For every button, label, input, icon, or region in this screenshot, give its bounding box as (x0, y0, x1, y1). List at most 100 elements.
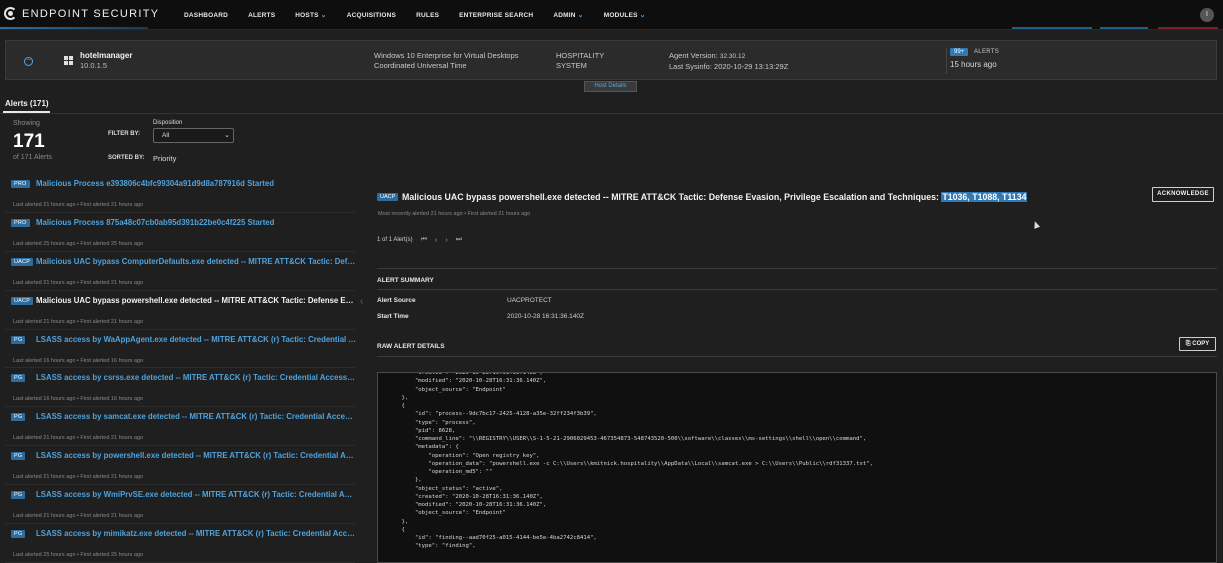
host-timezone: Coordinated Universal Time (374, 61, 467, 70)
alert-count-of: of 171 Alerts (13, 154, 52, 161)
nav-item-enterprise-search[interactable]: ENTERPRISE SEARCH (459, 11, 533, 19)
nav-item-acquisitions[interactable]: ACQUISITIONS (347, 11, 396, 19)
alert-count: 171 (13, 131, 45, 152)
alert-list-item[interactable]: PRO Malicious Process 875a48c07cb0ab95d39… (5, 213, 355, 252)
alert-meta: Last alerted 16 hours ago • First alerte… (13, 396, 144, 403)
alert-list-item[interactable]: PG LSASS access by powershell.exe detecte… (5, 446, 356, 486)
host-org: HOSPITALITY SYSTEM (556, 51, 604, 71)
nav-item-label: DASHBOARD (184, 11, 229, 19)
detail-title: Malicious UAC bypass powershell.exe dete… (402, 192, 1028, 202)
alert-title[interactable]: Malicious UAC bypass ComputerDefaults.ex… (36, 257, 356, 266)
detail-meta: Most recently alerted 21 hours ago • Fir… (378, 211, 531, 217)
disposition-label: Disposition (153, 120, 183, 126)
filter-by-label: FILTER BY: (108, 131, 141, 137)
alert-pager: 1 of 1 Alert(s) ⏮ ‹ › ⏭ (377, 236, 462, 244)
alert-summary-heading: ALERT SUMMARY (377, 277, 434, 284)
host-details-button[interactable]: Host Details (584, 81, 637, 92)
windows-icon (64, 56, 73, 65)
copy-button-label: COPY (1192, 341, 1210, 347)
divider (377, 268, 1217, 269)
alert-meta: Last alerted 21 hours ago • First alerte… (13, 279, 144, 286)
sorted-by-label: SORTED BY: (108, 155, 145, 161)
alert-title[interactable]: LSASS access by mimikatz.exe detected --… (36, 529, 356, 538)
host-org-sub: SYSTEM (556, 61, 587, 70)
alert-list-item[interactable]: PG LSASS access by WmiPrvSE.exe detected … (5, 485, 356, 525)
first-page-icon[interactable]: ⏮ (421, 236, 427, 244)
alert-meta: Last alerted 25 hours ago • First alerte… (13, 552, 144, 559)
alert-title[interactable]: LSASS access by powershell.exe detected … (36, 451, 356, 460)
nav-accent-bar (1012, 27, 1092, 29)
chevron-down-icon: ⌄ (224, 132, 230, 139)
alert-tag-badge: PRO (11, 218, 30, 227)
last-page-icon[interactable]: ⏭ (456, 236, 462, 244)
brand-logo-icon (4, 7, 17, 20)
alert-source-label: Alert Source (377, 297, 416, 304)
alert-meta: Last alerted 16 hours ago • First alerte… (13, 357, 144, 364)
nav-item-dashboard[interactable]: DASHBOARD (184, 11, 228, 19)
alert-tag-badge: PG (11, 452, 26, 461)
acknowledge-button[interactable]: ACKNOWLEDGE (1152, 187, 1214, 202)
alert-list-item[interactable]: PRO Malicious Process e393806c4bfc99304a9… (5, 174, 355, 213)
prev-page-icon[interactable]: ‹ (435, 237, 437, 244)
showing-label: Showing (13, 120, 40, 127)
pager-text: 1 of 1 Alert(s) (377, 237, 413, 243)
detail-title-techniques: T1036, T1088, T1134 (941, 192, 1028, 202)
tab-alerts[interactable]: Alerts (171) (5, 99, 49, 108)
nav-item-alerts[interactable]: ALERTS (248, 11, 275, 19)
nav-accent-bar (1100, 27, 1148, 29)
alert-count-badge[interactable]: 99+ (950, 48, 969, 56)
alert-list-item[interactable]: UACP Malicious UAC bypass powershell.exe … (5, 291, 356, 330)
nav-item-admin[interactable]: ADMIN ⌄ (553, 11, 584, 20)
start-time-label: Start Time (377, 313, 409, 320)
alert-tag-badge: PG (11, 335, 26, 344)
alert-tag-badge: PG (11, 530, 26, 539)
chevron-down-icon: ⌄ (320, 12, 327, 19)
nav-item-label: ADMIN (553, 11, 576, 19)
disposition-value: All (162, 132, 170, 139)
copy-button[interactable]: ⎘ COPY (1179, 337, 1216, 351)
nav-item-hosts[interactable]: HOSTS ⌄ (295, 11, 327, 20)
start-time-value: 2020-10-28 16:31:36.140Z (507, 313, 584, 320)
alert-list-item[interactable]: PG LSASS access by csrss.exe detected -- … (5, 368, 356, 408)
user-avatar[interactable]: I (1200, 8, 1214, 22)
alert-title[interactable]: LSASS access by WmiPrvSE.exe detected --… (36, 490, 356, 499)
nav-item-rules[interactable]: RULES (416, 11, 439, 19)
raw-alert-json-viewer[interactable]: "created": "2020-10-28T16:31:36.140Z", "… (377, 372, 1217, 563)
alert-list-item[interactable]: UACP Malicious UAC bypass ComputerDefault… (5, 252, 356, 291)
chevron-down-icon: ⌄ (577, 12, 584, 19)
brand[interactable]: ENDPOINT SECURITY (4, 7, 159, 20)
alert-tag-badge: UACP (11, 296, 34, 305)
alert-tag-badge: PG (11, 491, 26, 500)
alert-list-item[interactable]: PG LSASS access by mimikatz.exe detected … (5, 524, 356, 563)
alert-meta: Last alerted 21 hours ago • First alerte… (13, 513, 144, 520)
top-navigation-bar: ENDPOINT SECURITY DASHBOARD ALERTS HOSTS ⌄ A… (0, 0, 1223, 30)
next-page-icon[interactable]: › (445, 237, 447, 244)
brand-name: ENDPOINT SECURITY (22, 7, 160, 20)
nav-item-label: ENTERPRISE SEARCH (459, 11, 534, 19)
alert-title[interactable]: Malicious Process e393806c4bfc99304a91d9… (36, 179, 356, 188)
alert-title[interactable]: LSASS access by samcat.exe detected -- M… (36, 412, 356, 421)
host-name[interactable]: hotelmanager (80, 51, 132, 60)
sorted-by-value[interactable]: Priority (153, 154, 176, 163)
nav-accent-bar (1158, 27, 1218, 29)
alert-title[interactable]: Malicious UAC bypass powershell.exe dete… (36, 296, 356, 305)
alert-title[interactable]: LSASS access by WaAppAgent.exe detected … (36, 335, 356, 344)
alert-tag-badge: UACP (11, 257, 34, 266)
alert-meta: Last alerted 21 hours ago • First alerte… (13, 202, 144, 208)
collapse-icon[interactable]: − (24, 57, 33, 66)
disposition-select[interactable]: All ⌄ (153, 128, 234, 143)
nav-item-label: ACQUISITIONS (346, 11, 397, 19)
nav-item-modules[interactable]: MODULES ⌄ (604, 11, 646, 20)
alert-list-item[interactable]: PG LSASS access by samcat.exe detected --… (5, 407, 356, 447)
host-ip: 10.0.1.5 (80, 61, 108, 70)
alert-list-item[interactable]: PG LSASS access by WaAppAgent.exe detecte… (5, 330, 356, 369)
host-agent-info: Agent Version: 32.30.12 Last Sysinfo: 20… (669, 51, 788, 72)
alert-title[interactable]: LSASS access by csrss.exe detected -- MI… (36, 373, 356, 382)
alert-title[interactable]: Malicious Process 875a48c07cb0ab95d391b2… (36, 218, 356, 227)
nav-item-label: ALERTS (248, 11, 276, 19)
alert-meta: Last alerted 21 hours ago • First alerte… (13, 318, 144, 325)
host-os-name: Windows 10 Enterprise for Virtual Deskto… (374, 51, 519, 60)
alert-meta: Last alerted 25 hours ago • First alerte… (13, 240, 144, 247)
last-sysinfo-label: Last Sysinfo: (669, 62, 712, 71)
host-os: Windows 10 Enterprise for Virtual Deskto… (374, 51, 519, 71)
